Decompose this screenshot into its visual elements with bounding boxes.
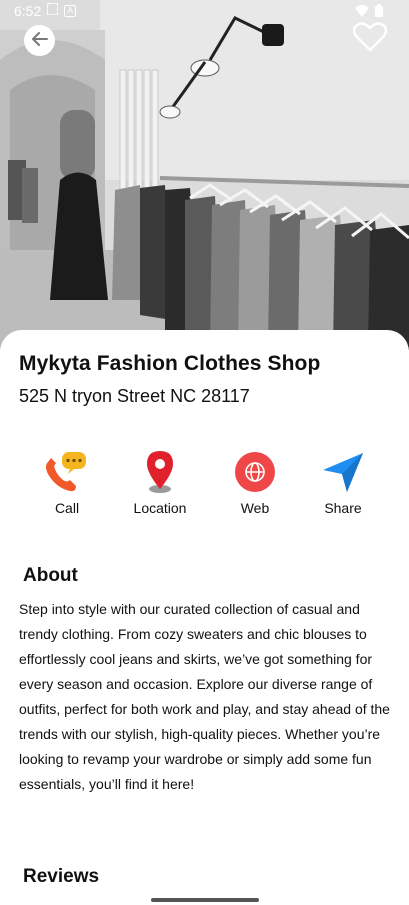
arrow-left-icon	[31, 30, 49, 52]
call-action[interactable]: Call	[27, 450, 107, 516]
clothing-rack-photo	[0, 0, 409, 350]
share-label: Share	[324, 500, 362, 516]
status-bar: 6:52 A	[0, 0, 409, 22]
send-icon	[303, 450, 383, 494]
web-action[interactable]: Web	[215, 450, 295, 516]
status-time: 6:52	[14, 3, 42, 19]
action-bar: Call Location Web Share	[0, 450, 409, 520]
heart-outline-icon	[352, 22, 388, 56]
a-badge-icon: A	[64, 5, 77, 17]
back-button[interactable]	[24, 25, 55, 56]
shop-hero-image: 6:52 A	[0, 0, 409, 350]
about-text: Step into style with our curated collect…	[19, 601, 390, 792]
shop-name: Mykyta Fashion Clothes Shop	[19, 352, 321, 375]
shop-address: 525 N tryon Street NC 28117	[19, 386, 250, 406]
call-label: Call	[54, 500, 80, 516]
reviews-heading: Reviews	[23, 866, 100, 887]
web-label: Web	[240, 500, 270, 516]
share-action[interactable]: Share	[303, 450, 383, 516]
battery-icon	[375, 4, 383, 21]
shop-details-sheet: Mykyta Fashion Clothes Shop 525 N tryon …	[0, 330, 409, 905]
location-label: Location	[133, 500, 187, 516]
sd-card-icon	[46, 2, 59, 19]
favorite-button[interactable]	[352, 22, 388, 56]
globe-icon	[215, 450, 295, 494]
about-heading: About	[23, 565, 78, 586]
wifi-icon	[355, 4, 369, 21]
home-indicator[interactable]	[151, 898, 259, 902]
map-pin-icon	[120, 450, 200, 494]
location-action[interactable]: Location	[120, 450, 200, 516]
call-chat-icon	[27, 450, 107, 494]
